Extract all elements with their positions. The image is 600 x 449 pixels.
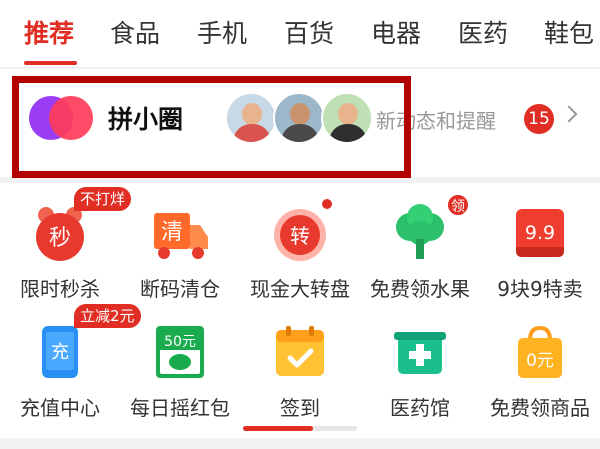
nine-nine-sale-label: 9块9特卖 xyxy=(497,277,583,301)
tab-phone[interactable]: 手机 xyxy=(197,14,247,50)
daily-red-packet-entry[interactable]: 50元 每日摇红包 xyxy=(120,304,240,424)
svg-text:秒: 秒 xyxy=(49,226,71,251)
recharge-center-entry[interactable]: 充 立减2元 充值中心 xyxy=(0,304,141,424)
pharmacy-label: 医药馆 xyxy=(390,396,450,420)
daily-red-packet-label: 每日摇红包 xyxy=(130,396,230,420)
calendar-check-icon xyxy=(276,326,324,376)
free-goods-entry[interactable]: 0元 免费领商品 xyxy=(480,304,600,424)
nine-nine-sale-entry[interactable]: 9.9 9块9特卖 xyxy=(480,185,600,305)
phone-icon: 充 xyxy=(42,326,78,378)
tab-medicine[interactable]: 医药 xyxy=(458,14,508,50)
claim-badge: 领 xyxy=(446,193,470,217)
tab-food[interactable]: 食品 xyxy=(110,14,160,50)
pharmacy-entry[interactable]: 医药馆 xyxy=(360,304,480,424)
free-fruit-entry[interactable]: 领 免费领水果 xyxy=(360,185,480,305)
svg-text:清: 清 xyxy=(161,220,183,245)
shopping-bag-icon: 0元 xyxy=(518,325,562,378)
recharge-center-label: 充值中心 xyxy=(20,396,100,420)
flash-sale-entry[interactable]: 秒 不打烊 限时秒杀 xyxy=(0,185,132,305)
notification-count-badge: 15 xyxy=(524,104,554,134)
clearance-entry[interactable]: 清 断码清仓 xyxy=(120,185,240,305)
free-fruit-label: 免费领水果 xyxy=(370,277,470,301)
cash-wheel-entry[interactable]: 转 现金大转盘 xyxy=(240,185,360,305)
grid-scroll-indicator xyxy=(243,426,313,431)
flash-sale-label: 限时秒杀 xyxy=(20,277,100,301)
section-divider xyxy=(0,438,600,449)
svg-text:9.9: 9.9 xyxy=(525,222,555,244)
wheel-icon: 转 xyxy=(274,209,326,261)
check-in-entry[interactable]: 签到 xyxy=(240,304,360,424)
medicine-box-icon xyxy=(394,332,446,374)
tab-appliances[interactable]: 电器 xyxy=(371,14,421,50)
free-goods-label: 免费领商品 xyxy=(490,396,590,420)
price-tag-icon: 9.9 xyxy=(516,209,564,257)
active-tab-indicator xyxy=(24,61,77,65)
alarm-clock-icon: 秒 xyxy=(36,207,84,261)
tree-icon xyxy=(396,204,444,259)
highlight-box xyxy=(12,76,411,178)
svg-text:转: 转 xyxy=(290,224,310,248)
clearance-label: 断码清仓 xyxy=(140,277,220,301)
cash-wheel-label: 现金大转盘 xyxy=(250,277,350,301)
svg-text:50元: 50元 xyxy=(164,334,196,350)
svg-text:0元: 0元 xyxy=(526,351,554,371)
red-packet-icon: 50元 xyxy=(156,326,204,378)
tab-general-goods[interactable]: 百货 xyxy=(284,14,334,50)
tab-shoes-bags[interactable]: 鞋包 xyxy=(544,14,594,50)
truck-icon: 清 xyxy=(154,213,208,259)
check-in-label: 签到 xyxy=(280,396,320,420)
new-dot-badge xyxy=(320,197,334,211)
svg-text:充: 充 xyxy=(51,342,69,363)
category-tab-bar: 推荐 食品 手机 百货 电器 医药 鞋包 xyxy=(0,0,600,68)
tab-recommend[interactable]: 推荐 xyxy=(24,14,74,50)
